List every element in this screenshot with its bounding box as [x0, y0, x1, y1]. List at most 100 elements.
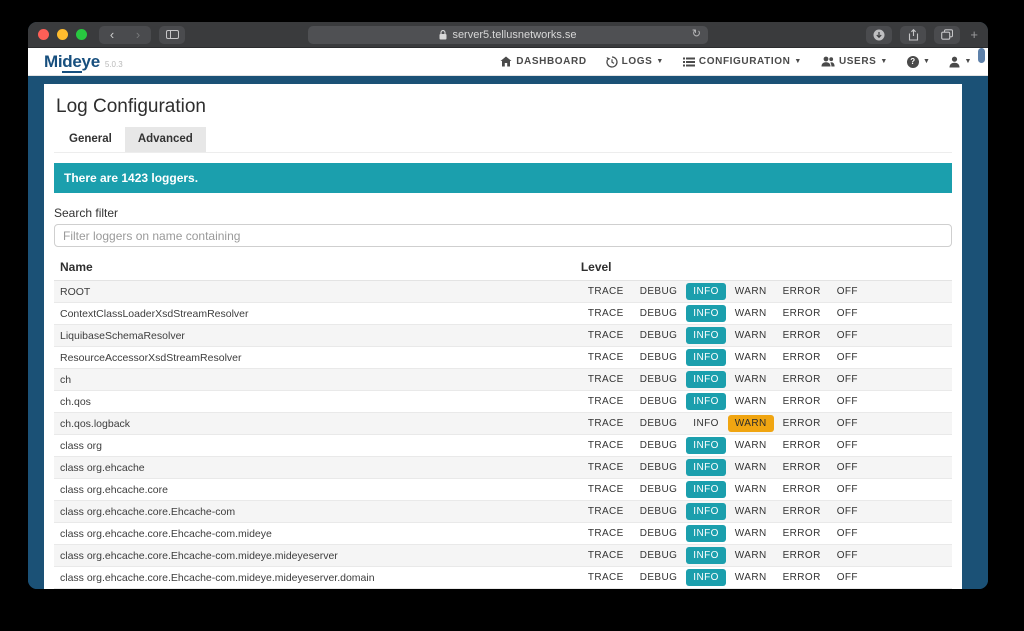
level-button-trace[interactable]: TRACE [581, 547, 631, 564]
share-button[interactable] [900, 26, 926, 44]
level-button-error[interactable]: ERROR [776, 283, 828, 300]
level-button-debug[interactable]: DEBUG [633, 481, 685, 498]
level-button-info[interactable]: INFO [686, 481, 726, 498]
level-button-trace[interactable]: TRACE [581, 569, 631, 586]
level-button-warn[interactable]: WARN [728, 437, 774, 454]
level-button-error[interactable]: ERROR [776, 547, 828, 564]
level-button-warn[interactable]: WARN [728, 393, 774, 410]
level-button-error[interactable]: ERROR [776, 437, 828, 454]
level-button-trace[interactable]: TRACE [581, 503, 631, 520]
level-button-info[interactable]: INFO [686, 437, 726, 454]
level-button-trace[interactable]: TRACE [581, 415, 631, 432]
level-button-off[interactable]: OFF [830, 415, 865, 432]
mideye-logo[interactable]: Mideye [44, 52, 100, 72]
level-button-warn[interactable]: WARN [728, 503, 774, 520]
level-button-info[interactable]: INFO [686, 547, 726, 564]
level-button-warn[interactable]: WARN [728, 283, 774, 300]
level-button-off[interactable]: OFF [830, 349, 865, 366]
level-button-warn[interactable]: WARN [728, 305, 774, 322]
level-button-error[interactable]: ERROR [776, 305, 828, 322]
level-button-debug[interactable]: DEBUG [633, 349, 685, 366]
level-button-info[interactable]: INFO [686, 393, 726, 410]
level-button-debug[interactable]: DEBUG [633, 415, 685, 432]
level-button-error[interactable]: ERROR [776, 525, 828, 542]
level-button-off[interactable]: OFF [830, 305, 865, 322]
level-button-debug[interactable]: DEBUG [633, 459, 685, 476]
level-button-error[interactable]: ERROR [776, 459, 828, 476]
level-button-warn[interactable]: WARN [728, 349, 774, 366]
level-button-trace[interactable]: TRACE [581, 437, 631, 454]
level-button-error[interactable]: ERROR [776, 569, 828, 586]
level-button-off[interactable]: OFF [830, 437, 865, 454]
level-button-warn[interactable]: WARN [728, 569, 774, 586]
level-button-info[interactable]: INFO [686, 305, 726, 322]
level-button-off[interactable]: OFF [830, 547, 865, 564]
minimize-window-button[interactable] [57, 29, 68, 40]
level-button-error[interactable]: ERROR [776, 371, 828, 388]
level-button-trace[interactable]: TRACE [581, 371, 631, 388]
page-scrollbar-thumb[interactable] [978, 48, 985, 63]
level-button-debug[interactable]: DEBUG [633, 305, 685, 322]
level-button-debug[interactable]: DEBUG [633, 371, 685, 388]
sidebar-toggle-button[interactable] [159, 26, 185, 44]
search-input[interactable] [54, 224, 952, 247]
level-button-debug[interactable]: DEBUG [633, 503, 685, 520]
level-button-info[interactable]: INFO [686, 283, 726, 300]
menu-item-logs[interactable]: LOGS▼ [606, 56, 664, 68]
level-button-debug[interactable]: DEBUG [633, 393, 685, 410]
menu-item-dashboard[interactable]: DASHBOARD [500, 56, 586, 67]
level-button-info[interactable]: INFO [686, 503, 726, 520]
level-button-info[interactable]: INFO [686, 349, 726, 366]
level-button-trace[interactable]: TRACE [581, 459, 631, 476]
level-button-info[interactable]: INFO [686, 415, 726, 432]
menu-item-help[interactable]: ? ▼ [907, 56, 931, 68]
level-button-off[interactable]: OFF [830, 525, 865, 542]
reload-icon[interactable]: ↻ [692, 29, 701, 40]
level-button-trace[interactable]: TRACE [581, 481, 631, 498]
level-button-error[interactable]: ERROR [776, 327, 828, 344]
level-button-off[interactable]: OFF [830, 283, 865, 300]
level-button-debug[interactable]: DEBUG [633, 525, 685, 542]
level-button-error[interactable]: ERROR [776, 481, 828, 498]
level-button-debug[interactable]: DEBUG [633, 437, 685, 454]
tab-general[interactable]: General [56, 127, 125, 152]
forward-button[interactable]: › [125, 27, 151, 43]
menu-item-account[interactable]: ▼ [949, 56, 972, 68]
tab-overview-button[interactable] [934, 26, 960, 44]
level-button-warn[interactable]: WARN [728, 547, 774, 564]
level-button-error[interactable]: ERROR [776, 393, 828, 410]
level-button-info[interactable]: INFO [686, 569, 726, 586]
level-button-trace[interactable]: TRACE [581, 525, 631, 542]
level-button-info[interactable]: INFO [686, 459, 726, 476]
zoom-window-button[interactable] [76, 29, 87, 40]
level-button-trace[interactable]: TRACE [581, 327, 631, 344]
level-button-error[interactable]: ERROR [776, 349, 828, 366]
level-button-info[interactable]: INFO [686, 327, 726, 344]
level-button-warn[interactable]: WARN [728, 525, 774, 542]
level-button-off[interactable]: OFF [830, 393, 865, 410]
level-button-off[interactable]: OFF [830, 569, 865, 586]
downloads-button[interactable] [866, 26, 892, 44]
level-button-off[interactable]: OFF [830, 371, 865, 388]
close-window-button[interactable] [38, 29, 49, 40]
level-button-warn[interactable]: WARN [728, 481, 774, 498]
level-button-debug[interactable]: DEBUG [633, 547, 685, 564]
level-button-trace[interactable]: TRACE [581, 305, 631, 322]
level-button-off[interactable]: OFF [830, 503, 865, 520]
level-button-off[interactable]: OFF [830, 481, 865, 498]
tab-advanced[interactable]: Advanced [125, 127, 206, 152]
back-button[interactable]: ‹ [99, 27, 125, 43]
menu-item-users[interactable]: USERS▼ [821, 56, 888, 67]
new-tab-button[interactable]: + [970, 27, 978, 42]
level-button-warn[interactable]: WARN [728, 327, 774, 344]
level-button-info[interactable]: INFO [686, 371, 726, 388]
level-button-debug[interactable]: DEBUG [633, 569, 685, 586]
level-button-error[interactable]: ERROR [776, 503, 828, 520]
level-button-off[interactable]: OFF [830, 459, 865, 476]
level-button-warn[interactable]: WARN [728, 371, 774, 388]
menu-item-configuration[interactable]: CONFIGURATION▼ [683, 56, 802, 67]
level-button-warn[interactable]: WARN [728, 415, 774, 432]
level-button-trace[interactable]: TRACE [581, 283, 631, 300]
level-button-debug[interactable]: DEBUG [633, 283, 685, 300]
level-button-trace[interactable]: TRACE [581, 349, 631, 366]
